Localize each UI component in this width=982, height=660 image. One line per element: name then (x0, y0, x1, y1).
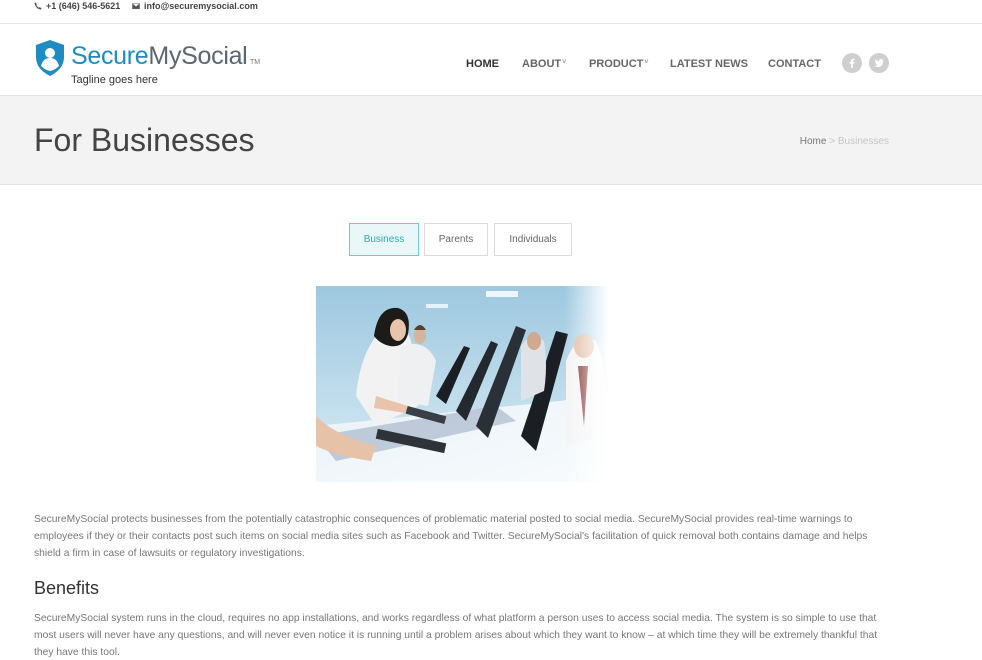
facebook-button[interactable] (842, 53, 862, 73)
phone-contact[interactable]: +1 (646) 546-5621 (34, 1, 120, 11)
email-address: info@securemysocial.com (144, 1, 258, 11)
intro-paragraph: SecureMySocial protects businesses from … (34, 514, 868, 559)
twitter-button[interactable] (869, 53, 889, 73)
contact-bar: +1 (646) 546-5621 info@securemysocial.co… (0, 0, 982, 24)
trademark-mark: TM (250, 59, 261, 66)
facebook-icon (849, 58, 855, 68)
tab-parents[interactable]: Parents (424, 223, 488, 256)
nav-about[interactable]: ABOUT˅ (522, 58, 566, 70)
chevron-down-icon: ˅ (644, 59, 649, 66)
page-title: For Businesses (34, 122, 255, 158)
tab-individuals[interactable]: Individuals (494, 223, 572, 256)
site-logo[interactable]: SecureMySocial TM Tagline goes here (34, 39, 274, 89)
phone-icon (34, 2, 42, 10)
nav-home[interactable]: HOME (466, 58, 499, 70)
email-contact[interactable]: info@securemysocial.com (132, 1, 258, 11)
chevron-down-icon: ˅ (562, 59, 567, 66)
breadcrumb-home-link[interactable]: Home (800, 136, 827, 147)
nav-product[interactable]: PRODUCT˅ (589, 58, 648, 70)
shield-icon (36, 40, 64, 76)
breadcrumb: Home > Businesses (800, 136, 889, 147)
nav-latest-news[interactable]: LATEST NEWS (670, 58, 748, 70)
envelope-icon (132, 2, 140, 10)
benefits-heading: Benefits (34, 578, 100, 598)
breadcrumb-separator: > (829, 136, 836, 147)
phone-number: +1 (646) 546-5621 (46, 1, 121, 11)
breadcrumb-current: Businesses (837, 136, 889, 147)
benefits-paragraph: SecureMySocial system runs in the cloud,… (34, 613, 878, 658)
logo-wordmark: SecureMySocial (71, 42, 248, 70)
tab-business[interactable]: Business (349, 223, 419, 256)
site-header: SecureMySocial TM Tagline goes here HOME… (0, 24, 982, 96)
page-title-band: For Businesses Home > Businesses (0, 96, 982, 185)
office-workers-photo (316, 286, 608, 482)
logo-tagline: Tagline goes here (71, 74, 158, 86)
twitter-icon (874, 59, 884, 67)
nav-contact[interactable]: CONTACT (768, 58, 821, 70)
